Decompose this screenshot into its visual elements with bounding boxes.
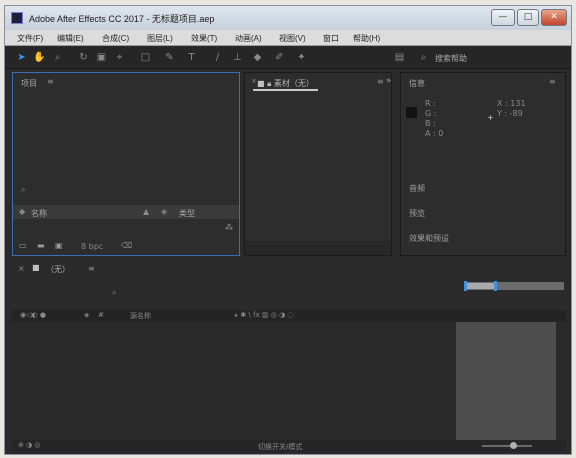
flowchart-icon[interactable]: ⁂	[225, 223, 233, 232]
zoom-icon[interactable]: ⌕	[51, 51, 64, 64]
hand-icon[interactable]: ✋	[33, 51, 46, 64]
toggle-switches-modes[interactable]: 切换开关/模式	[258, 442, 302, 452]
close-tab-icon[interactable]: ×	[18, 264, 25, 273]
eraser-icon[interactable]: ◆	[251, 51, 264, 64]
menu-layer[interactable]: 图层(L)	[147, 33, 173, 44]
label-icon: ◈	[84, 311, 90, 319]
footage-controls	[245, 241, 391, 255]
menu-edit[interactable]: 编辑(E)	[57, 33, 84, 44]
timeline-footer: ⊕ ◑ ◎ 切换开关/模式	[12, 440, 566, 452]
av-switches-icon: ◉◁◐ ●	[20, 311, 46, 319]
puppet-icon[interactable]: ✦	[295, 51, 308, 64]
footage-tab[interactable]: ■ 🔒︎ 素材（无）	[253, 73, 318, 91]
panel-menu-icon[interactable]: ≡	[549, 77, 556, 86]
project-footer: ▭ ▬ ▣ 8 bpc ⌫	[13, 237, 239, 255]
timeline-footer-icons[interactable]: ⊕ ◑ ◎	[18, 441, 41, 449]
after-effects-icon	[11, 12, 23, 24]
close-button[interactable]: ✕	[541, 9, 567, 26]
footage-panel: × ■ 🔒︎ 素材（无） ≡	[244, 72, 392, 256]
type-icon[interactable]: T	[185, 51, 198, 64]
work-area-range	[467, 283, 494, 289]
zoom-slider-knob[interactable]	[510, 442, 517, 449]
bit-depth-label[interactable]: 8 bpc	[81, 242, 103, 251]
menu-view[interactable]: 视图(V)	[279, 33, 306, 44]
menu-help[interactable]: 帮助(H)	[353, 33, 380, 44]
clone-icon[interactable]: ⊥	[231, 51, 244, 64]
menu-animation[interactable]: 动画(A)	[235, 33, 262, 44]
new-folder-icon[interactable]: ▬	[37, 241, 45, 250]
panel-menu-icon[interactable]: ≡	[88, 264, 95, 273]
search-icon[interactable]: ⌕	[417, 51, 430, 64]
crosshair-cursor-icon: +	[487, 113, 494, 122]
timeline-graph-area[interactable]	[456, 322, 556, 440]
project-panel-title: 项目	[21, 79, 37, 88]
menu-file[interactable]: 文件(F)	[17, 33, 43, 44]
rectangle-icon[interactable]: □	[139, 51, 152, 64]
lock-icon: ■ 🔒︎	[257, 79, 274, 88]
color-swatch	[406, 107, 417, 118]
layer-number-icon: #	[98, 311, 104, 319]
work-area-end-handle[interactable]	[494, 281, 497, 291]
info-panel-header: 信息 ≡	[401, 73, 565, 91]
camera-icon[interactable]: ▣	[95, 51, 108, 64]
info-panel: 信息 ≡ R : G : B : A : 0 X : 131 Y : -89 +…	[400, 72, 566, 256]
minimize-button[interactable]: —	[491, 9, 515, 26]
tool-bar: ➤ ✋ ⌕ ↻ ▣ ⌖ □ ✎ T ∕ ⊥ ◆ ✐ ✦ ▤ ⌕ 搜索帮助	[5, 47, 571, 69]
audio-panel-label[interactable]: 音频	[409, 183, 425, 194]
timeline-zoom-slider[interactable]	[482, 442, 532, 449]
project-panel-header: 项目 ≡	[13, 73, 239, 91]
info-y: Y : -89	[497, 109, 523, 118]
window-title: Adobe After Effects CC 2017 - 无标题项目.aep	[29, 14, 215, 24]
timeline-tab-label[interactable]: （无）	[46, 264, 70, 275]
work-area-bar[interactable]	[464, 281, 564, 291]
info-a: A : 0	[425, 129, 444, 138]
pen-icon[interactable]: ✎	[163, 51, 176, 64]
column-name[interactable]: 名称	[31, 208, 47, 219]
roto-icon[interactable]: ✐	[273, 51, 286, 64]
interpret-footage-icon[interactable]: ▭	[19, 241, 27, 250]
layer-switches-icon: ⚹ ✱ \ fx ▥ ◎ ◑ ◌	[234, 311, 294, 319]
expand-panels-icon[interactable]: »	[386, 76, 392, 86]
pan-behind-icon[interactable]: ⌖	[113, 51, 126, 64]
preview-panel-label[interactable]: 预览	[409, 208, 425, 219]
tag-icon: ◈	[161, 207, 168, 216]
timeline-column-header: ◉◁◐ ● ◈ # 源名称 ⚹ ✱ \ fx ▥ ◎ ◑ ◌	[12, 310, 566, 322]
sort-icon[interactable]: ▲	[143, 207, 149, 216]
timeline-panel-header: × ■ （无） ≡ ⌕	[12, 258, 566, 310]
menu-bar: 文件(F) 编辑(E) 合成(C) 图层(L) 效果(T) 动画(A) 视图(V…	[5, 30, 571, 46]
maximize-button[interactable]: □	[517, 9, 539, 26]
timeline-search-input[interactable]: ⌕	[112, 288, 116, 298]
source-name-column[interactable]: 源名称	[130, 311, 151, 321]
title-bar: Adobe After Effects CC 2017 - 无标题项目.aep …	[5, 6, 571, 30]
info-r: R :	[425, 99, 436, 108]
search-help-field[interactable]: 搜索帮助	[435, 53, 467, 64]
timeline-tab-icon: ■	[32, 263, 40, 272]
menu-effect[interactable]: 效果(T)	[191, 33, 217, 44]
project-search-input[interactable]: ⌕	[21, 185, 231, 197]
column-type[interactable]: 类型	[179, 208, 195, 219]
new-composition-icon[interactable]: ▣	[55, 241, 63, 250]
menu-window[interactable]: 窗口	[323, 33, 339, 44]
workspace-icon[interactable]: ▤	[393, 51, 406, 64]
panel-menu-icon[interactable]: ≡	[47, 77, 54, 86]
brush-icon[interactable]: ∕	[211, 51, 224, 64]
project-columns: ◆ 名称 ▲ ◈ 类型	[13, 205, 239, 219]
info-g: G :	[425, 109, 437, 118]
label-color-icon: ◆	[19, 207, 26, 216]
footage-tab-label: 素材（无）	[273, 79, 314, 88]
info-b: B :	[425, 119, 436, 128]
delete-icon[interactable]: ⌫	[121, 241, 132, 250]
timeline-layers-area[interactable]	[12, 322, 452, 440]
project-panel: 项目 ≡ ⌕ ◆ 名称 ▲ ◈ 类型 ⁂ ▭ ▬ ▣ 8 bpc ⌫	[12, 72, 240, 256]
menu-composition[interactable]: 合成(C)	[102, 33, 129, 44]
info-panel-title: 信息	[409, 79, 425, 88]
info-x: X : 131	[497, 99, 526, 108]
effects-presets-label[interactable]: 效果和预设	[409, 233, 449, 244]
rotate-icon[interactable]: ↻	[77, 51, 90, 64]
panel-menu-icon[interactable]: ≡	[377, 77, 384, 86]
selection-icon[interactable]: ➤	[15, 51, 28, 64]
